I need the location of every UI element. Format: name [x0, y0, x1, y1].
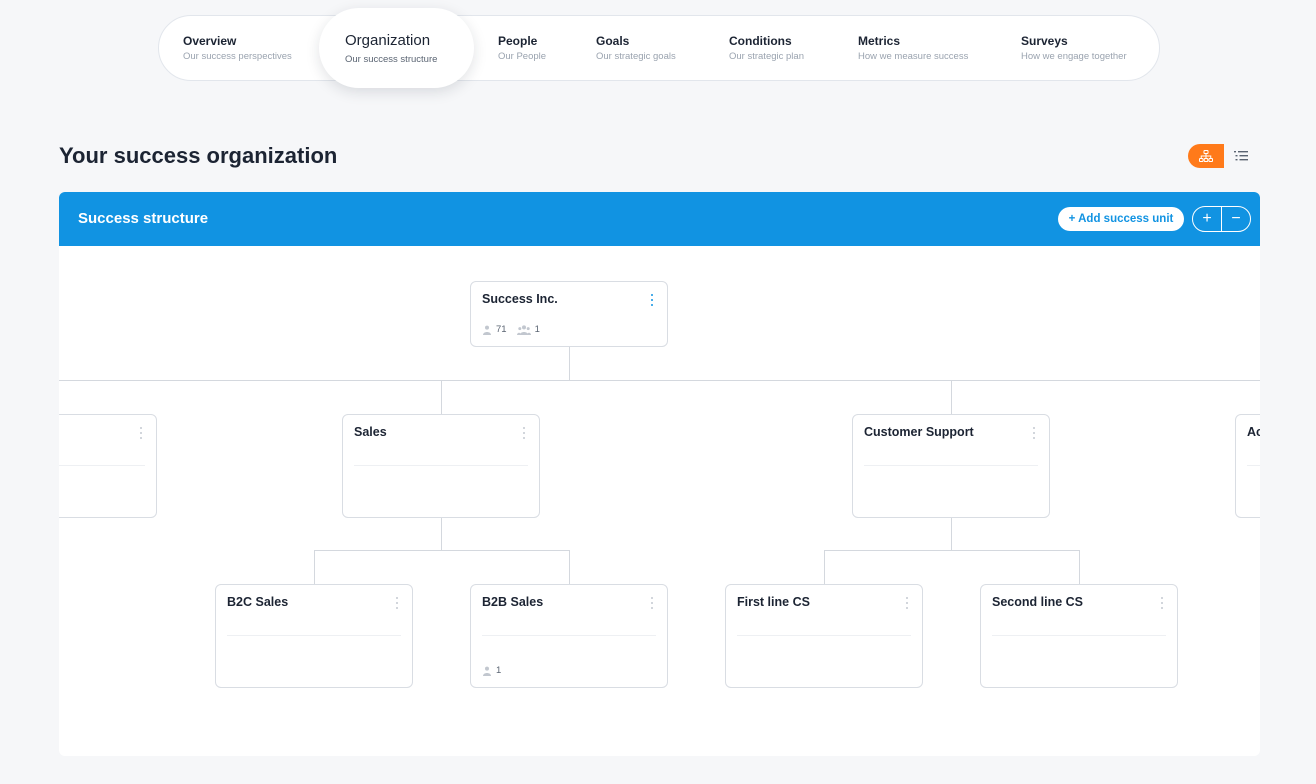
team-count-value: 1	[534, 324, 540, 335]
nav-item-surveys[interactable]: Surveys How we engage together	[1021, 34, 1127, 62]
nav-item-subtitle: Our success perspectives	[183, 51, 292, 62]
nav-item-subtitle: How we measure success	[858, 51, 969, 62]
connector	[569, 347, 570, 381]
nav-item-title: Organization	[345, 32, 431, 49]
node-menu-icon[interactable]	[394, 595, 400, 611]
nav-item-metrics[interactable]: Metrics How we measure success	[858, 34, 968, 62]
org-node-ac[interactable]: Ac	[1235, 414, 1260, 518]
connector	[569, 550, 570, 584]
people-count-value: 71	[496, 324, 507, 335]
node-divider	[864, 465, 1038, 466]
node-menu-icon[interactable]	[138, 425, 144, 441]
org-chart-view-toggle[interactable]	[1188, 144, 1224, 168]
nav-item-title: Overview	[183, 34, 237, 48]
node-name: B2C Sales	[227, 595, 289, 609]
zoom-in-button[interactable]: +	[1193, 207, 1222, 231]
team-count: 1	[516, 324, 540, 335]
group-icon	[516, 324, 531, 335]
node-menu-icon[interactable]	[904, 595, 910, 611]
node-name: Ac	[1247, 425, 1260, 439]
node-divider	[354, 465, 528, 466]
node-divider	[59, 465, 145, 466]
node-menu-icon[interactable]	[649, 595, 655, 611]
nav-item-subtitle: Our success structure	[345, 54, 438, 65]
list-view-toggle[interactable]	[1230, 146, 1252, 166]
node-name: B2B Sales	[482, 595, 544, 609]
nav-item-title: People	[498, 34, 538, 48]
connector	[824, 550, 825, 584]
zoom-control: + −	[1192, 206, 1251, 232]
node-divider	[227, 635, 401, 636]
list-icon	[1234, 151, 1248, 161]
connector	[314, 550, 315, 584]
panel-title: Success structure	[78, 210, 209, 227]
org-node-second-line-cs[interactable]: Second line CS	[980, 584, 1178, 688]
org-node-b2c-sales[interactable]: B2C Sales	[215, 584, 413, 688]
page-title: Your success organization	[59, 143, 338, 168]
org-node-customer-support[interactable]: Customer Support	[852, 414, 1050, 518]
nav-item-title: Metrics	[858, 34, 901, 48]
add-success-unit-button[interactable]: + Add success unit	[1058, 207, 1184, 231]
node-divider	[992, 635, 1166, 636]
nav-item-title: Goals	[596, 34, 630, 48]
node-name: Second line CS	[992, 595, 1083, 609]
perspective-nav: Overview Our success perspectives Organi…	[158, 8, 1160, 88]
connector	[951, 518, 952, 550]
success-structure-panel: Success structure + Add success unit + −…	[59, 192, 1260, 756]
org-node-first-line-cs[interactable]: First line CS	[725, 584, 923, 688]
org-chart-icon	[1199, 150, 1213, 162]
nav-item-subtitle: Our strategic goals	[596, 51, 676, 62]
people-count: 71	[482, 324, 507, 335]
nav-item-people[interactable]: People Our People	[498, 34, 546, 62]
org-node-unit[interactable]	[59, 414, 157, 518]
connector	[441, 518, 442, 550]
org-node-b2b-sales[interactable]: B2B Sales 1	[470, 584, 668, 688]
org-node-sales[interactable]: Sales	[342, 414, 540, 518]
nav-item-conditions[interactable]: Conditions Our strategic plan	[729, 34, 804, 62]
org-node-success-inc[interactable]: Success Inc. 71 1	[470, 281, 668, 347]
nav-item-subtitle: Our People	[498, 51, 547, 62]
node-divider	[1247, 465, 1260, 466]
node-menu-icon[interactable]	[521, 425, 527, 441]
connector	[824, 550, 1080, 551]
node-stats: 1	[482, 665, 501, 676]
nav-item-subtitle: Our strategic plan	[729, 51, 804, 62]
node-name: Success Inc.	[482, 292, 558, 306]
node-name: Customer Support	[864, 425, 974, 439]
node-menu-icon[interactable]	[1159, 595, 1165, 611]
connector	[314, 550, 570, 551]
nav-item-goals[interactable]: Goals Our strategic goals	[596, 34, 676, 62]
people-count-value: 1	[496, 665, 502, 676]
zoom-out-button[interactable]: −	[1222, 207, 1250, 231]
connector	[59, 380, 1260, 381]
connector	[1079, 550, 1080, 584]
nav-item-title: Surveys	[1021, 34, 1068, 48]
people-count: 1	[482, 665, 501, 676]
nav-item-organization[interactable]: Organization Our success structure	[319, 8, 474, 88]
node-name: Sales	[354, 425, 387, 439]
panel-header: Success structure + Add success unit + −	[59, 192, 1260, 246]
nav-item-title: Conditions	[729, 34, 792, 48]
node-stats: 71 1	[482, 324, 540, 335]
org-tree[interactable]: Success Inc. 71 1 Sales Customer Support…	[59, 246, 1260, 756]
node-divider	[482, 635, 656, 636]
node-menu-icon[interactable]	[1031, 425, 1037, 441]
nav-item-subtitle: How we engage together	[1021, 51, 1127, 62]
person-icon	[483, 325, 491, 335]
nav-item-overview[interactable]: Overview Our success perspectives	[183, 34, 292, 62]
node-menu-icon[interactable]	[649, 292, 655, 308]
connector	[951, 380, 952, 414]
person-icon	[483, 666, 491, 676]
connector	[441, 380, 442, 414]
node-name: First line CS	[737, 595, 810, 609]
node-divider	[737, 635, 911, 636]
